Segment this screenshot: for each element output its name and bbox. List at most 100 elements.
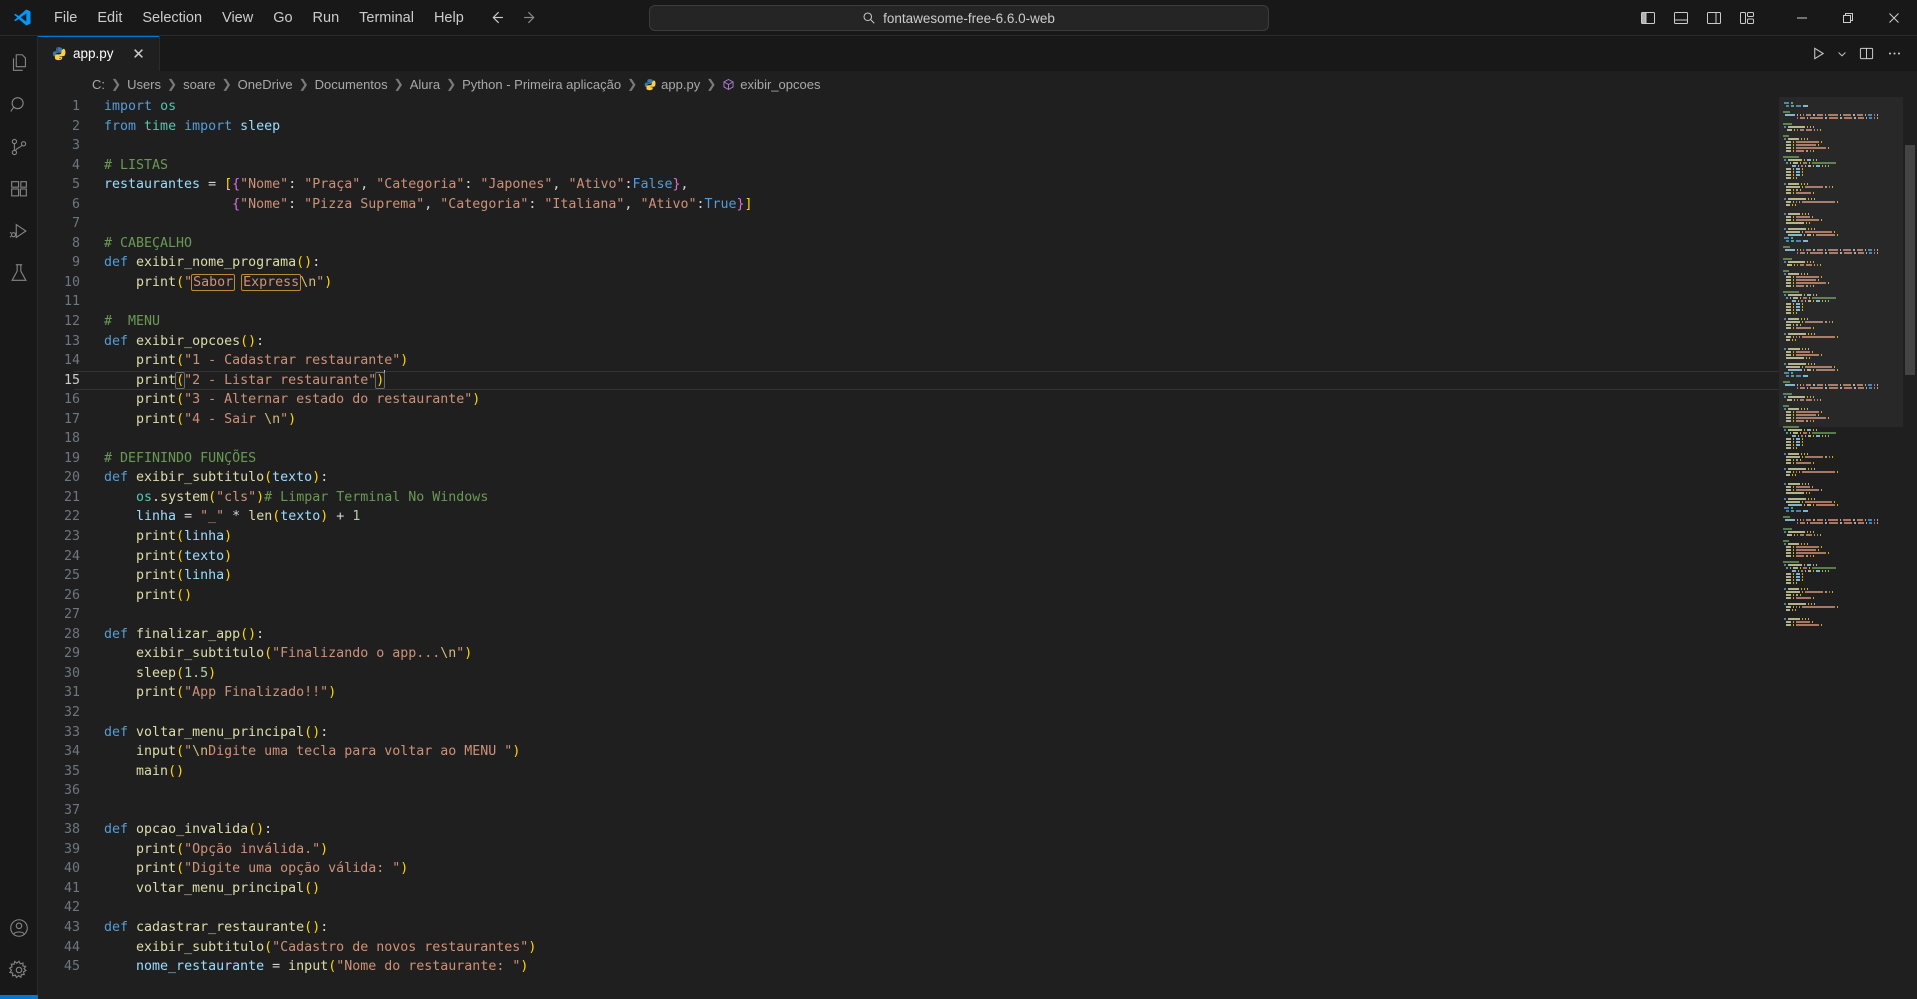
sidebar-item-extensions[interactable] bbox=[0, 168, 38, 210]
code-line[interactable]: 22 linha = "_" * len(texto) + 1 bbox=[38, 507, 1779, 527]
code-line[interactable]: 3 bbox=[38, 136, 1779, 156]
code-line[interactable]: 36 bbox=[38, 781, 1779, 801]
code-line[interactable]: 14 print("1 - Cadastrar restaurante") bbox=[38, 351, 1779, 371]
code-token: "Cadastro de novos restaurantes" bbox=[272, 939, 529, 955]
code-line[interactable]: 20 def exibir_subtitulo(texto): bbox=[38, 468, 1779, 488]
code-line[interactable]: 13 def exibir_opcoes(): bbox=[38, 332, 1779, 352]
code-line[interactable]: 4 # LISTAS bbox=[38, 156, 1779, 176]
code-line[interactable]: 16 print("3 - Alternar estado do restaur… bbox=[38, 390, 1779, 410]
code-line[interactable]: 34 input("\nDigite uma tecla para voltar… bbox=[38, 742, 1779, 762]
menu-go[interactable]: Go bbox=[264, 4, 301, 32]
layout-sidebar-right-icon[interactable] bbox=[1700, 5, 1728, 31]
menu-edit[interactable]: Edit bbox=[88, 4, 131, 32]
code-line[interactable]: 32 bbox=[38, 703, 1779, 723]
code-line[interactable]: 17 print("4 - Sair \n") bbox=[38, 410, 1779, 430]
menu-selection[interactable]: Selection bbox=[133, 4, 211, 32]
code-line[interactable]: 44 exibir_subtitulo("Cadastro de novos r… bbox=[38, 938, 1779, 958]
breadcrumb-item[interactable]: app.py bbox=[639, 76, 704, 93]
code-line[interactable]: 31 print("App Finalizado!!") bbox=[38, 683, 1779, 703]
minimize-button[interactable] bbox=[1779, 0, 1825, 36]
line-number: 29 bbox=[63, 646, 80, 662]
run-python-file-button[interactable] bbox=[1805, 41, 1831, 67]
menu-file[interactable]: File bbox=[45, 4, 86, 32]
code-token: : bbox=[624, 177, 633, 193]
code-line[interactable]: 2 from time import sleep bbox=[38, 117, 1779, 137]
sidebar-item-search[interactable] bbox=[0, 84, 38, 126]
code-line-current[interactable]: 15 print("2 - Listar restaurante") bbox=[38, 370, 1779, 391]
code-line[interactable]: 1 import os bbox=[38, 97, 1779, 117]
code-token: ) bbox=[176, 763, 185, 779]
minimap-token bbox=[1793, 431, 1799, 434]
menu-help[interactable]: Help bbox=[425, 4, 473, 32]
breadcrumb-item[interactable]: Python - Primeira aplicação bbox=[458, 76, 625, 93]
restore-button[interactable] bbox=[1825, 0, 1871, 36]
minimap-token bbox=[1805, 569, 1807, 572]
code-line[interactable]: 24 print(texto) bbox=[38, 547, 1779, 567]
code-line[interactable]: 40 print("Digite uma opção válida: ") bbox=[38, 859, 1779, 879]
menu-run[interactable]: Run bbox=[304, 4, 349, 32]
ellipsis-icon[interactable] bbox=[1881, 41, 1907, 67]
code-line[interactable]: 7 bbox=[38, 214, 1779, 234]
split-editor-icon[interactable] bbox=[1853, 41, 1879, 67]
code-line[interactable]: 29 exibir_subtitulo("Finalizando o app..… bbox=[38, 644, 1779, 664]
sidebar-item-explorer[interactable] bbox=[0, 42, 38, 84]
code-line[interactable]: 41 voltar_menu_principal() bbox=[38, 879, 1779, 899]
code-line[interactable]: 25 print(linha) bbox=[38, 566, 1779, 586]
menu-view[interactable]: View bbox=[213, 4, 262, 32]
close-icon[interactable]: ✕ bbox=[129, 44, 149, 64]
tab-app-py[interactable]: app.py ✕ bbox=[38, 36, 160, 71]
code-line[interactable]: 11 bbox=[38, 292, 1779, 312]
code-line[interactable]: 5 restaurantes = [{"Nome": "Praça", "Cate… bbox=[38, 175, 1779, 195]
breadcrumb-item[interactable]: C: bbox=[88, 76, 109, 93]
code-line[interactable]: 45 nome_restaurante = input("Nome do res… bbox=[38, 957, 1779, 977]
layout-sidebar-left-icon[interactable] bbox=[1634, 5, 1662, 31]
settings-button[interactable] bbox=[0, 949, 38, 991]
code-line[interactable]: 35 main() bbox=[38, 762, 1779, 782]
minimap[interactable] bbox=[1779, 97, 1903, 999]
code-line[interactable]: 43 def cadastrar_restaurante(): bbox=[38, 918, 1779, 938]
code-line[interactable]: 27 bbox=[38, 605, 1779, 625]
sidebar-item-testing[interactable] bbox=[0, 252, 38, 294]
breadcrumb-item[interactable]: soare bbox=[179, 76, 220, 93]
breadcrumb-item[interactable]: Documentos bbox=[311, 76, 392, 93]
sidebar-item-run-and-debug[interactable] bbox=[0, 210, 38, 252]
code-line[interactable]: 6 {"Nome": "Pizza Suprema", "Categoria":… bbox=[38, 195, 1779, 215]
code-line[interactable]: 28 def finalizar_app(): bbox=[38, 625, 1779, 645]
sidebar-item-source-control[interactable] bbox=[0, 126, 38, 168]
breadcrumb-item[interactable]: Users bbox=[123, 76, 165, 93]
code-line[interactable]: 30 sleep(1.5) bbox=[38, 664, 1779, 684]
editor-scrollbar[interactable] bbox=[1903, 97, 1917, 999]
breadcrumb-item[interactable]: exibir_opcoes bbox=[718, 76, 824, 93]
layout-panel-icon[interactable] bbox=[1667, 5, 1695, 31]
breadcrumb-item[interactable]: OneDrive bbox=[234, 76, 297, 93]
arrow-right-icon[interactable] bbox=[520, 7, 542, 29]
code-line[interactable]: 21 os.system("cls")# Limpar Terminal No … bbox=[38, 488, 1779, 508]
code-line[interactable]: 42 bbox=[38, 898, 1779, 918]
minimap-slider[interactable] bbox=[1779, 97, 1903, 427]
code-viewport[interactable]: 1 import os 2 from time import sleep 3 4 # LIS… bbox=[38, 97, 1779, 999]
code-line[interactable]: 9 def exibir_nome_programa(): bbox=[38, 253, 1779, 273]
command-center[interactable]: fontawesome-free-6.6.0-web bbox=[648, 5, 1269, 31]
code-line[interactable]: 19 # DEFININDO FUNÇÕES bbox=[38, 449, 1779, 469]
close-button[interactable] bbox=[1871, 0, 1917, 36]
code-line[interactable]: 18 bbox=[38, 429, 1779, 449]
chevron-down-icon[interactable] bbox=[1833, 41, 1851, 67]
code-line[interactable]: 23 print(linha) bbox=[38, 527, 1779, 547]
vertical-scrollbar-thumb[interactable] bbox=[1905, 145, 1915, 375]
minimap-token bbox=[1790, 566, 1792, 569]
code-line[interactable]: 39 print("Opção inválida.") bbox=[38, 840, 1779, 860]
code-line[interactable]: 12 # MENU bbox=[38, 312, 1779, 332]
code-line[interactable]: 8 # CABEÇALHO bbox=[38, 234, 1779, 254]
code-line[interactable]: 37 bbox=[38, 801, 1779, 821]
layout-customize-icon[interactable] bbox=[1733, 5, 1761, 31]
accounts-button[interactable] bbox=[0, 907, 38, 949]
arrow-left-icon[interactable] bbox=[486, 7, 508, 29]
menu-terminal[interactable]: Terminal bbox=[350, 4, 423, 32]
code-token: . bbox=[152, 489, 161, 505]
code-line[interactable]: 10 print("Sabor Express\n") bbox=[38, 273, 1779, 293]
code-line[interactable]: 33 def voltar_menu_principal(): bbox=[38, 723, 1779, 743]
code-line[interactable]: 26 print() bbox=[38, 586, 1779, 606]
breadcrumb-item[interactable]: Alura bbox=[406, 76, 444, 93]
code-line[interactable]: 38 def opcao_invalida(): bbox=[38, 820, 1779, 840]
